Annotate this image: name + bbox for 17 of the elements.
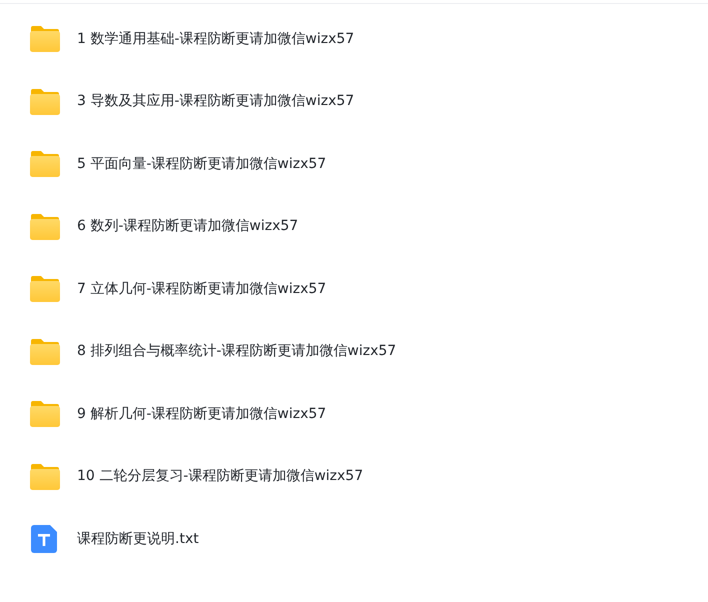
file-name[interactable]: 10 二轮分层复习-课程防断更请加微信wizx57 xyxy=(77,466,364,488)
file-name[interactable]: 3 导数及其应用-课程防断更请加微信wizx57 xyxy=(77,91,354,112)
folder-icon xyxy=(29,25,61,54)
file-name[interactable]: 5 平面向量-课程防断更请加微信wizx57 xyxy=(77,154,326,175)
folder-icon xyxy=(29,212,61,241)
folder-icon xyxy=(29,88,61,116)
file-name[interactable]: 1 数学通用基础-课程防断更请加微信wizx57 xyxy=(77,28,354,50)
folder-icon xyxy=(29,275,61,304)
folder-icon xyxy=(29,150,61,178)
file-name[interactable]: 9 解析几何-课程防断更请加微信wizx57 xyxy=(77,404,326,425)
file-name[interactable]: 8 排列组合与概率统计-课程防断更请加微信wizx57 xyxy=(77,341,396,362)
file-name[interactable]: 课程防断更说明.txt xyxy=(77,528,199,550)
folder-icon xyxy=(29,400,61,428)
file-name[interactable]: 7 立体几何-课程防断更请加微信wizx57 xyxy=(77,278,326,300)
file-name[interactable]: 6 数列-课程防断更请加微信wizx57 xyxy=(77,216,298,238)
folder-icon xyxy=(29,338,61,366)
folder-icon xyxy=(29,462,61,491)
